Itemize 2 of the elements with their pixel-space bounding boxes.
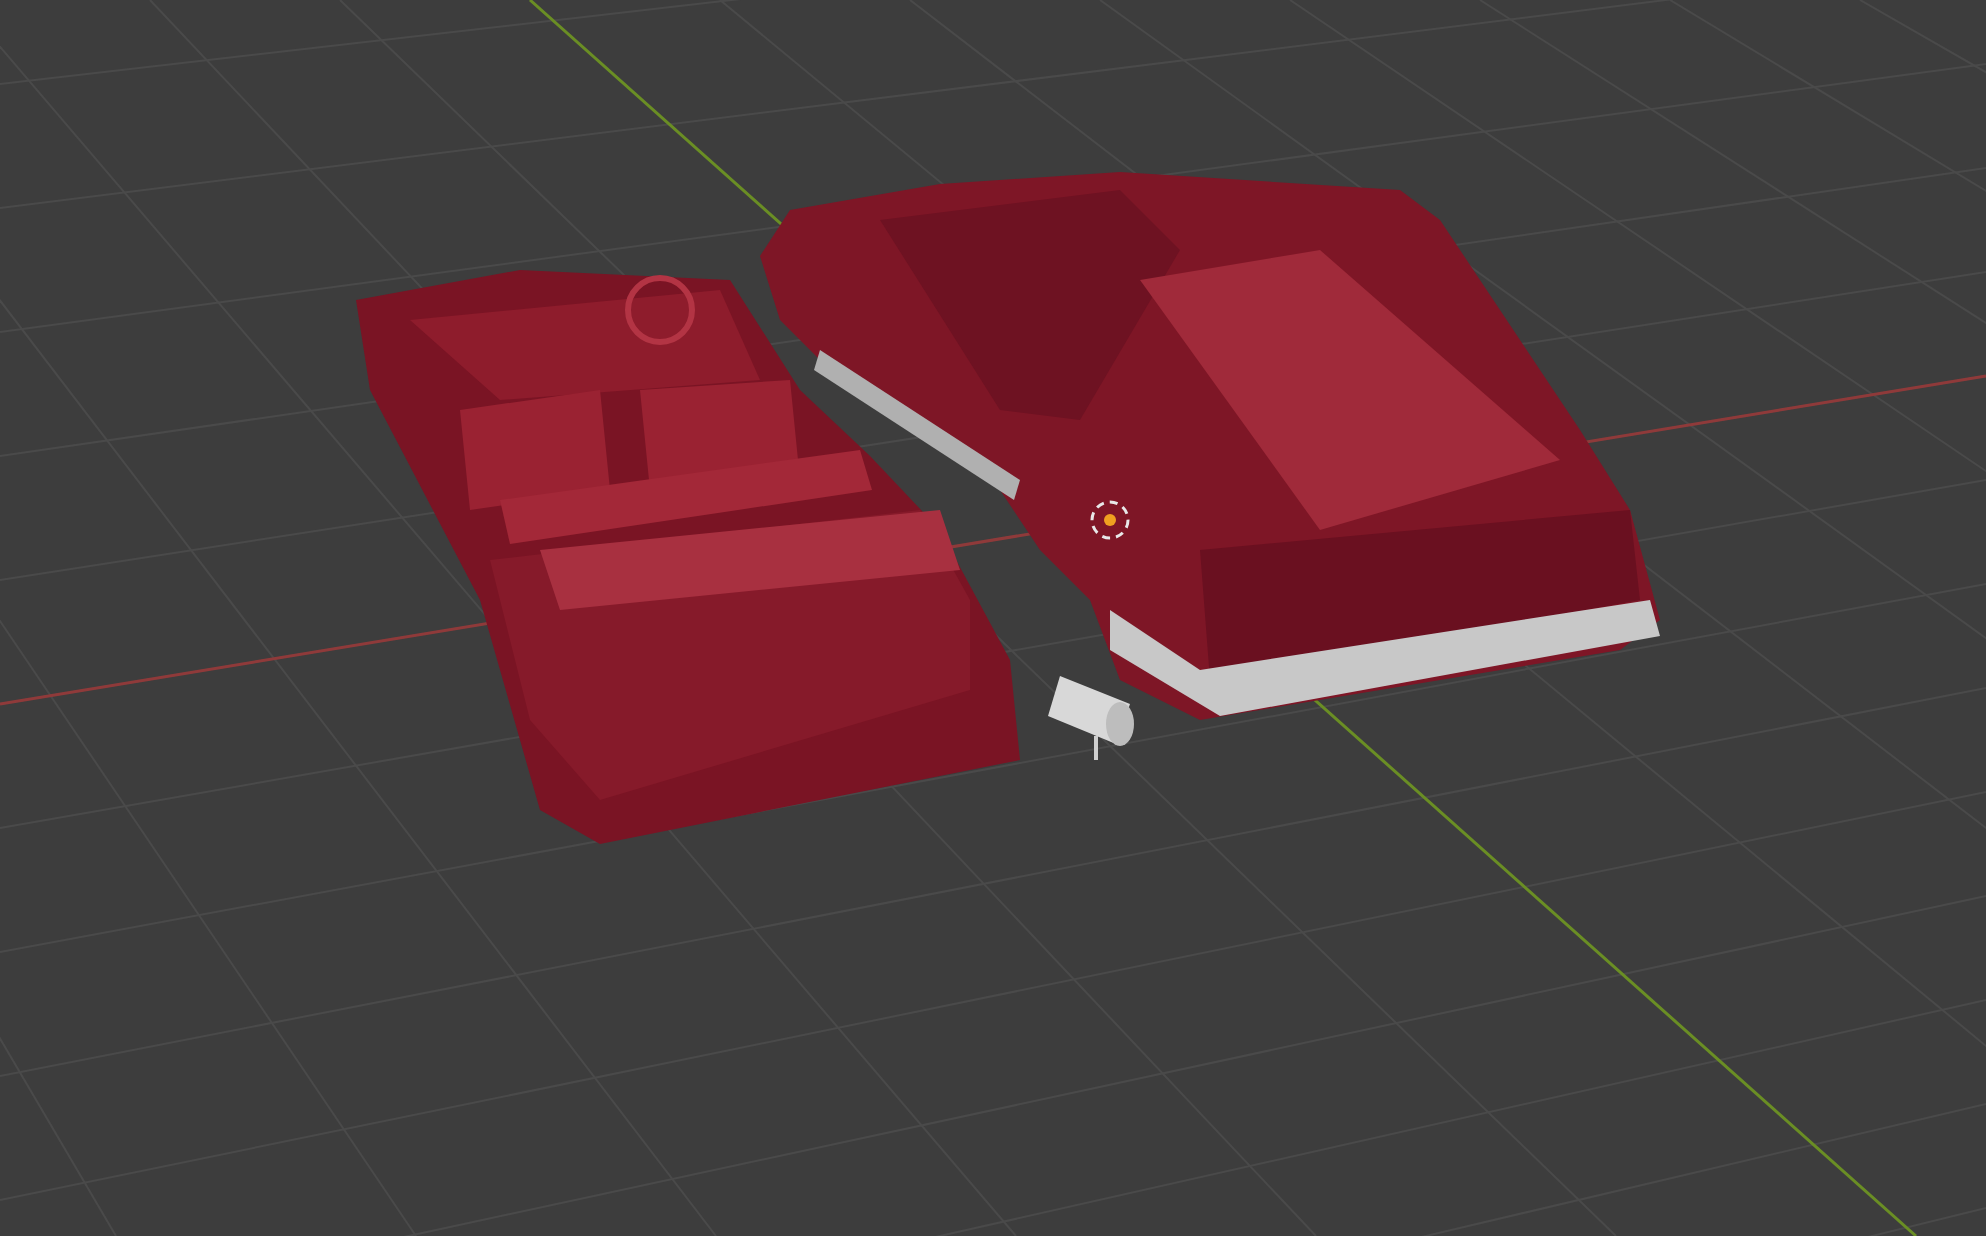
cylinder-part-drawing	[1048, 676, 1134, 760]
origin-marker-icon	[1090, 500, 1130, 540]
